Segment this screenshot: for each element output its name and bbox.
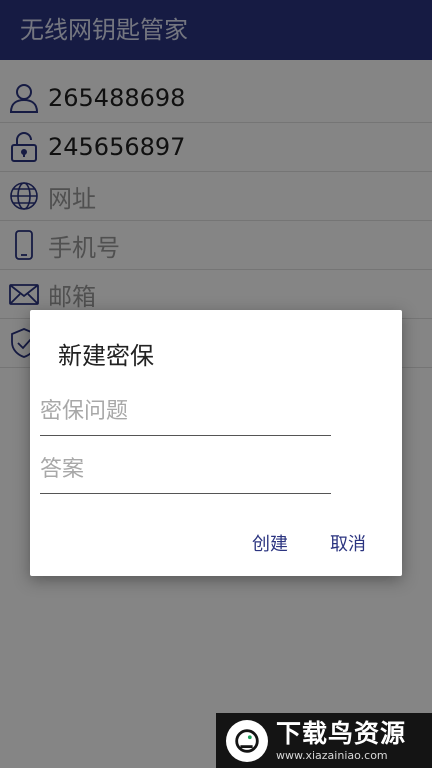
watermark-name: 下载鸟资源: [276, 719, 407, 748]
answer-input[interactable]: [40, 450, 331, 494]
new-security-question-dialog: 新建密保 创建 取消: [30, 310, 402, 576]
create-button[interactable]: 创建: [252, 530, 288, 556]
watermark-url: www.xiazainiao.com: [276, 749, 388, 762]
watermark-badge: 下载鸟资源 www.xiazainiao.com: [216, 713, 432, 768]
security-question-input[interactable]: [40, 392, 331, 436]
cancel-button[interactable]: 取消: [330, 530, 366, 556]
bird-logo-icon: [226, 719, 268, 762]
dialog-title: 新建密保: [58, 342, 154, 370]
